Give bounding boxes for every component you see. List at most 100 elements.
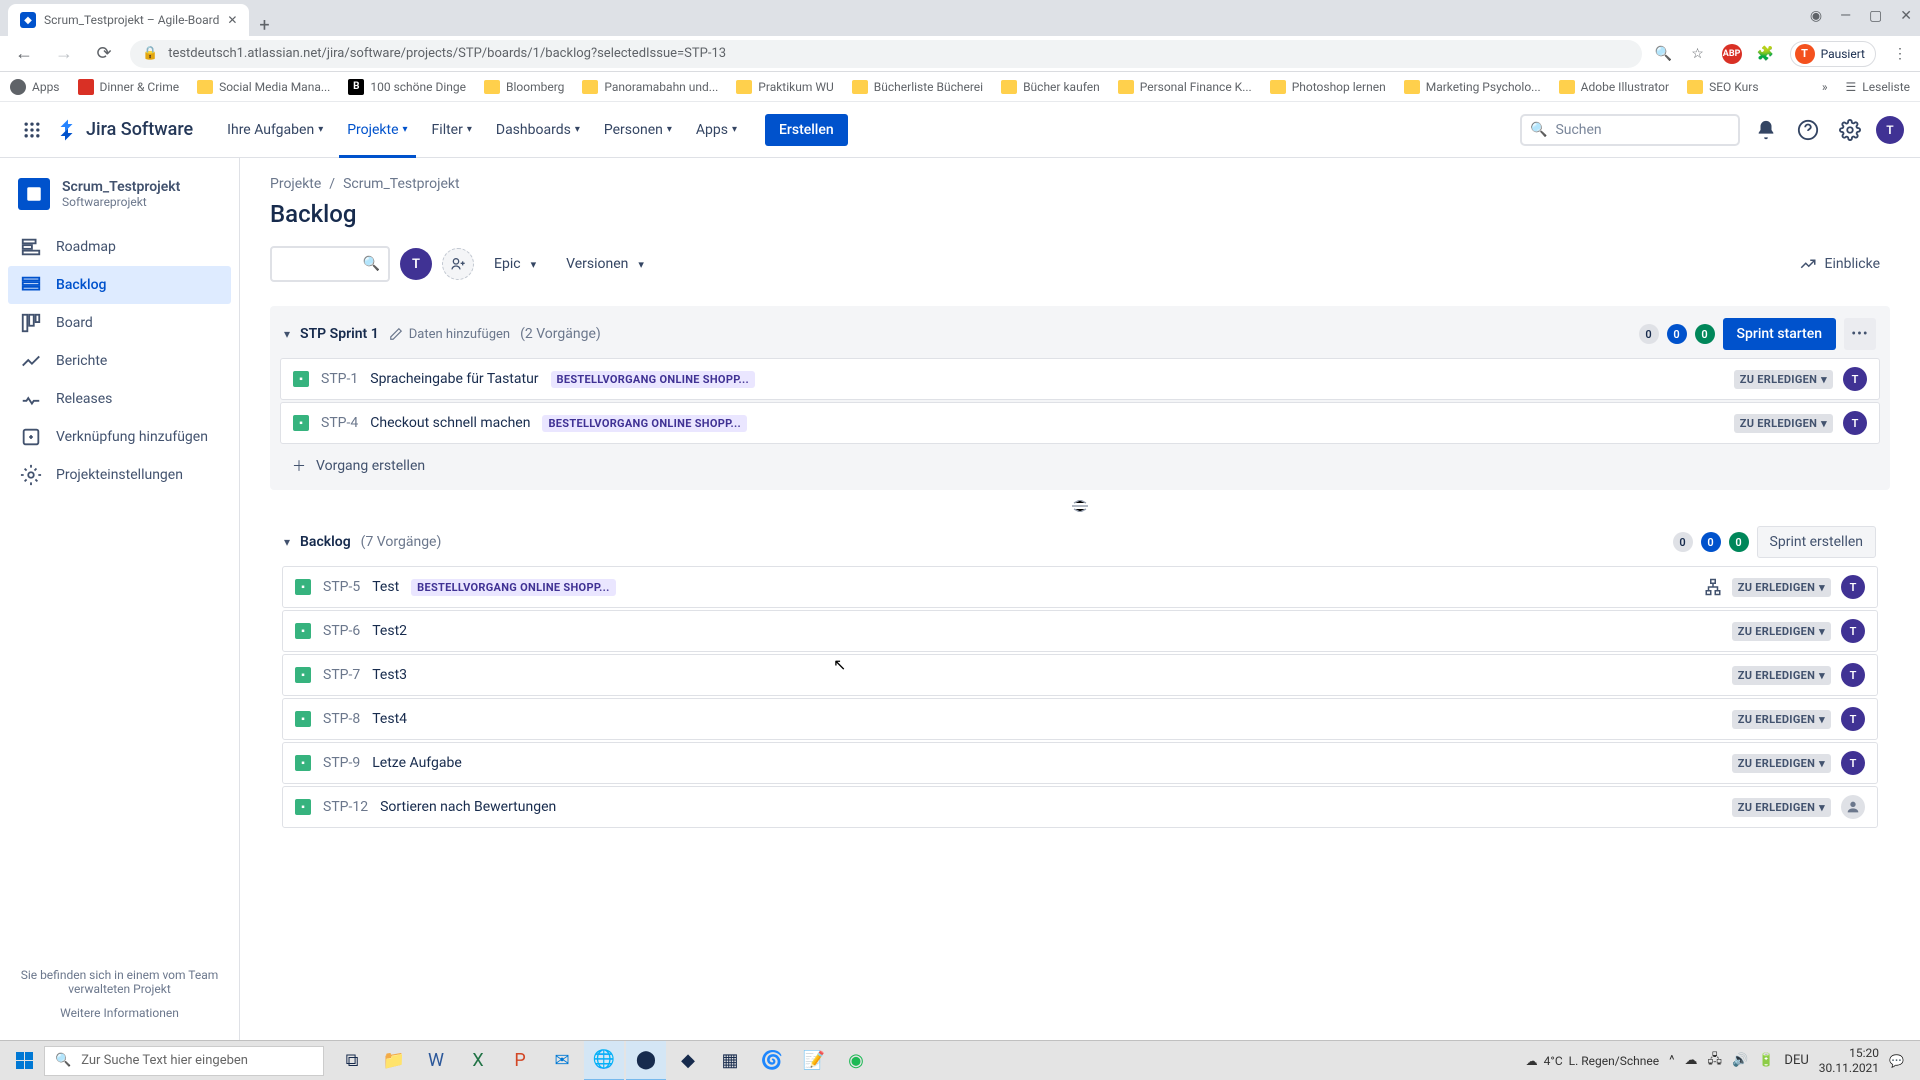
status-dropdown[interactable]: ZU ERLEDIGEN▾ <box>1734 370 1833 389</box>
onedrive-icon[interactable]: ☁ <box>1685 1053 1698 1068</box>
epic-label[interactable]: BESTELLVORGANG ONLINE SHOPP... <box>542 415 747 432</box>
user-avatar[interactable]: T <box>1876 116 1904 144</box>
close-tab-icon[interactable]: ✕ <box>227 13 237 27</box>
assignee-avatar[interactable]: T <box>1841 707 1865 731</box>
sidebar-item-add-link[interactable]: Verknüpfung hinzufügen <box>8 418 231 456</box>
bookmark-item[interactable]: Dinner & Crime <box>78 79 180 95</box>
account-icon[interactable]: ◉ <box>1810 8 1822 24</box>
footer-link[interactable]: Weitere Informationen <box>18 1006 221 1020</box>
create-sprint-button[interactable]: Sprint erstellen <box>1757 526 1876 558</box>
bookmark-item[interactable]: Adobe Illustrator <box>1559 80 1669 94</box>
bookmark-item[interactable]: SEO Kurs <box>1687 80 1758 94</box>
issue-row[interactable]: ▪ STP-8 Test4 ZU ERLEDIGEN▾ T <box>282 698 1878 740</box>
task-view-icon[interactable]: ⧉ <box>332 1041 372 1080</box>
sidebar-item-roadmap[interactable]: Roadmap <box>8 228 231 266</box>
backlog-search[interactable]: 🔍 <box>270 246 390 282</box>
zoom-icon[interactable]: 🔍 <box>1654 44 1674 64</box>
status-dropdown[interactable]: ZU ERLEDIGEN▾ <box>1734 414 1833 433</box>
sidebar-item-backlog[interactable]: Backlog <box>8 266 231 304</box>
nav-filters[interactable]: Filter▾ <box>424 114 480 146</box>
bookmark-apps[interactable]: Apps <box>10 79 60 95</box>
bookmark-item[interactable]: Photoshop lernen <box>1270 80 1386 94</box>
versions-filter[interactable]: Versionen▾ <box>556 250 654 278</box>
create-button[interactable]: Erstellen <box>765 114 848 146</box>
back-button[interactable]: ← <box>10 40 38 68</box>
collapse-icon[interactable]: ▾ <box>284 535 290 549</box>
issue-row[interactable]: ▪ STP-7 Test3 ZU ERLEDIGEN▾ T <box>282 654 1878 696</box>
obs-icon[interactable]: ⬤ <box>626 1041 666 1080</box>
spotify-icon[interactable]: ◉ <box>836 1041 876 1080</box>
bookmark-item[interactable]: Bloomberg <box>484 80 564 94</box>
chrome-menu-icon[interactable]: ⋮ <box>1890 44 1910 64</box>
search-input[interactable] <box>1555 122 1733 138</box>
new-tab-button[interactable]: + <box>249 15 279 36</box>
status-dropdown[interactable]: ZU ERLEDIGEN▾ <box>1732 578 1831 597</box>
assignee-avatar[interactable]: T <box>1841 619 1865 643</box>
bookmark-item[interactable]: Marketing Psycholo... <box>1404 80 1541 94</box>
breadcrumb-projects[interactable]: Projekte <box>270 176 321 192</box>
battery-icon[interactable]: 🔋 <box>1758 1053 1774 1068</box>
minimize-icon[interactable]: — <box>1840 8 1851 24</box>
chrome-icon[interactable]: 🌐 <box>584 1041 624 1080</box>
nav-apps[interactable]: Apps▾ <box>688 114 745 146</box>
assignee-avatar[interactable]: T <box>1841 663 1865 687</box>
nav-your-work[interactable]: Ihre Aufgaben▾ <box>219 114 331 146</box>
issue-row[interactable]: ▪ STP-12 Sortieren nach Bewertungen ZU E… <box>282 786 1878 828</box>
assignee-avatar[interactable]: T <box>1843 367 1867 391</box>
status-dropdown[interactable]: ZU ERLEDIGEN▾ <box>1732 754 1831 773</box>
add-dates-button[interactable]: Daten hinzufügen <box>389 327 510 342</box>
child-issues-icon[interactable] <box>1704 578 1722 596</box>
status-dropdown[interactable]: ZU ERLEDIGEN▾ <box>1732 710 1831 729</box>
volume-icon[interactable]: 🔊 <box>1732 1053 1748 1068</box>
bookmark-item[interactable]: B100 schöne Dinge <box>348 79 466 95</box>
issue-row[interactable]: ▪ STP-1 Spracheingabe für Tastatur BESTE… <box>280 358 1880 400</box>
network-icon[interactable]: 🖧 <box>1708 1050 1723 1072</box>
maximize-icon[interactable]: ▢ <box>1869 8 1882 24</box>
profile-button[interactable]: T Pausiert <box>1790 41 1876 67</box>
epic-label[interactable]: BESTELLVORGANG ONLINE SHOPP... <box>411 579 616 596</box>
notifications-icon[interactable] <box>1750 114 1782 146</box>
taskbar-search[interactable]: 🔍 Zur Suche Text hier eingeben <box>44 1046 324 1076</box>
address-bar[interactable]: 🔒 testdeutsch1.atlassian.net/jira/softwa… <box>130 40 1642 68</box>
breadcrumb-project[interactable]: Scrum_Testprojekt <box>343 176 460 192</box>
bookmark-item[interactable]: Panoramabahn und... <box>582 80 718 94</box>
bookmark-item[interactable]: Bücher kaufen <box>1001 80 1100 94</box>
mail-icon[interactable]: ✉ <box>542 1041 582 1080</box>
create-issue-button[interactable]: ＋ Vorgang erstellen <box>280 446 1880 486</box>
issue-row[interactable]: ▪ STP-4 Checkout schnell machen BESTELLV… <box>280 402 1880 444</box>
app-icon[interactable]: ▦ <box>710 1041 750 1080</box>
add-people-button[interactable] <box>442 248 474 280</box>
app-icon[interactable]: ◆ <box>668 1041 708 1080</box>
sidebar-item-settings[interactable]: Projekteinstellungen <box>8 456 231 494</box>
assignee-avatar[interactable]: T <box>1843 411 1867 435</box>
edge-icon[interactable]: 🌀 <box>752 1041 792 1080</box>
nav-projects[interactable]: Projekte▾ <box>339 102 415 158</box>
global-search[interactable]: 🔍 <box>1520 114 1740 146</box>
settings-icon[interactable] <box>1834 114 1866 146</box>
bookmark-item[interactable]: Bücherliste Bücherei <box>852 80 983 94</box>
bookmarks-overflow-icon[interactable]: » <box>1822 80 1828 94</box>
epic-filter[interactable]: Epic▾ <box>484 250 546 278</box>
tray-expand-icon[interactable]: ^ <box>1669 1053 1674 1068</box>
status-dropdown[interactable]: ZU ERLEDIGEN▾ <box>1732 666 1831 685</box>
notifications-tray-icon[interactable]: 💬 <box>1889 1054 1904 1068</box>
app-switcher-icon[interactable] <box>16 114 48 146</box>
sidebar-item-reports[interactable]: Berichte <box>8 342 231 380</box>
start-button[interactable] <box>4 1041 44 1080</box>
notepad-icon[interactable]: 📝 <box>794 1041 834 1080</box>
status-dropdown[interactable]: ZU ERLEDIGEN▾ <box>1732 622 1831 641</box>
reading-list-button[interactable]: ☰Leseliste <box>1846 80 1910 94</box>
bookmark-star-icon[interactable]: ☆ <box>1688 44 1708 64</box>
close-window-icon[interactable]: ✕ <box>1900 8 1912 24</box>
system-tray[interactable]: ^ ☁ 🖧 🔊 🔋 DEU <box>1669 1050 1809 1072</box>
sidebar-item-board[interactable]: Board <box>8 304 231 342</box>
assignee-avatar[interactable]: T <box>1841 575 1865 599</box>
sidebar-item-releases[interactable]: Releases <box>8 380 231 418</box>
project-header[interactable]: Scrum_Testprojekt Softwareprojekt <box>8 178 231 228</box>
clock[interactable]: 15:20 30.11.2021 <box>1819 1046 1879 1075</box>
bookmark-item[interactable]: Social Media Mana... <box>197 80 330 94</box>
assignee-avatar[interactable]: T <box>1841 751 1865 775</box>
browser-tab[interactable]: ◆ Scrum_Testprojekt – Agile-Board ✕ <box>8 4 249 36</box>
powerpoint-icon[interactable]: P <box>500 1041 540 1080</box>
adblock-extension-icon[interactable]: ABP <box>1722 44 1742 64</box>
